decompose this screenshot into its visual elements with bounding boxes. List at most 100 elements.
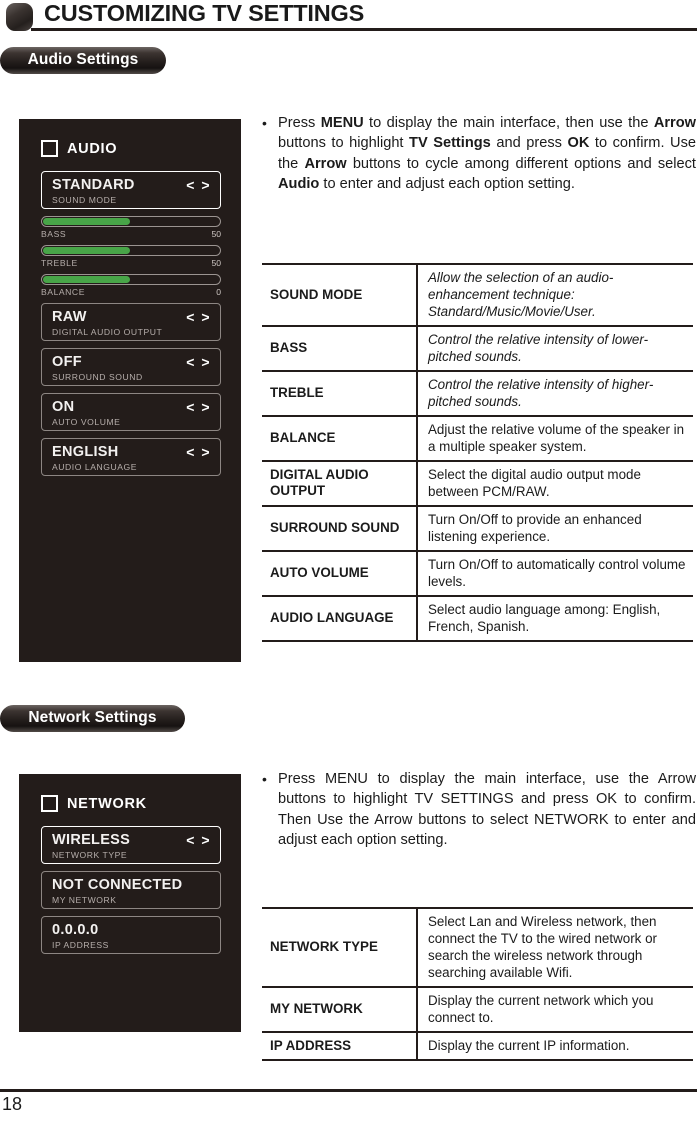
- osd-item-my-network[interactable]: NOT CONNECTED MY NETWORK: [41, 871, 221, 909]
- description-table-network: NETWORK TYPE Select Lan and Wireless netw…: [262, 907, 693, 1061]
- left-right-arrows-icon[interactable]: < >: [186, 444, 211, 460]
- table-row: IP ADDRESS Display the current IP informa…: [262, 1031, 693, 1061]
- table-cell-description: Select the digital audio output mode bet…: [417, 460, 693, 507]
- slider-label: BASS: [41, 229, 67, 239]
- left-right-arrows-icon[interactable]: < >: [186, 832, 211, 848]
- osd-header-audio: AUDIO: [41, 140, 241, 157]
- left-right-arrows-icon[interactable]: < >: [186, 399, 211, 415]
- table-row: AUDIO LANGUAGE Select audio language amon…: [262, 595, 693, 642]
- table-cell-description: Turn On/Off to automatically control vol…: [417, 550, 693, 597]
- osd-item-digital-audio-output[interactable]: RAW DIGITAL AUDIO OUTPUT < >: [41, 303, 221, 341]
- table-cell-description: Control the relative intensity of higher…: [417, 370, 693, 417]
- checkbox-icon: [41, 795, 58, 812]
- slider-track[interactable]: [41, 245, 221, 256]
- osd-item-caption: SURROUND SOUND: [52, 372, 143, 382]
- page-number: 18: [2, 1094, 23, 1114]
- table-cell-option-name: BASS: [262, 325, 418, 372]
- left-right-arrows-icon[interactable]: < >: [186, 354, 211, 370]
- table-row: DIGITAL AUDIO OUTPUT Select the digital a…: [262, 460, 693, 507]
- section-pill-audio-settings: Audio Settings: [0, 47, 166, 74]
- instruction-paragraph-audio: • Press MENU to display the main interfa…: [262, 113, 696, 195]
- slider-track[interactable]: [41, 216, 221, 227]
- slider-meta: BASS 50: [41, 229, 221, 239]
- table-cell-description: Control the relative intensity of lower-…: [417, 325, 693, 372]
- checkbox-icon: [41, 140, 58, 157]
- osd-header-label: NETWORK: [67, 795, 147, 812]
- osd-header-network: NETWORK: [41, 795, 241, 812]
- osd-item-list-audio: STANDARD SOUND MODE < > BASS 50 TREBLE 5…: [19, 171, 241, 476]
- osd-item-surround-sound[interactable]: OFF SURROUND SOUND < >: [41, 348, 221, 386]
- slider-fill: [43, 218, 130, 225]
- section-pill-label: Network Settings: [28, 708, 157, 726]
- left-right-arrows-icon[interactable]: < >: [186, 177, 211, 193]
- bullet-icon: •: [262, 115, 267, 131]
- table-cell-description: Select Lan and Wireless network, then co…: [417, 907, 693, 988]
- table-cell-option-name: MY NETWORK: [262, 986, 418, 1033]
- section-pill-label: Audio Settings: [27, 50, 139, 68]
- osd-item-auto-volume[interactable]: ON AUTO VOLUME < >: [41, 393, 221, 431]
- table-cell-description: Adjust the relative volume of the speake…: [417, 415, 693, 462]
- table-cell-option-name: NETWORK TYPE: [262, 907, 418, 988]
- osd-item-sound-mode[interactable]: STANDARD SOUND MODE < >: [41, 171, 221, 209]
- slider-meta: BALANCE 0: [41, 287, 221, 297]
- tv-osd-panel-network: NETWORK WIRELESS NETWORK TYPE < > NOT CO…: [19, 774, 241, 1032]
- osd-item-caption: NETWORK TYPE: [52, 850, 128, 860]
- table-cell-description: Allow the selection of an audio-enhancem…: [417, 263, 693, 327]
- slider-value: 50: [211, 229, 221, 239]
- bullet-icon: •: [262, 771, 267, 787]
- slider-fill: [43, 247, 130, 254]
- slider-label: TREBLE: [41, 258, 78, 268]
- table-row: TREBLE Control the relative intensity of …: [262, 370, 693, 417]
- table-cell-option-name: BALANCE: [262, 415, 418, 462]
- osd-header-label: AUDIO: [67, 140, 118, 157]
- table-cell-description: Select audio language among: English, Fr…: [417, 595, 693, 642]
- osd-item-network-type[interactable]: WIRELESS NETWORK TYPE < >: [41, 826, 221, 864]
- slider-value: 0: [216, 287, 221, 297]
- instruction-paragraph-network: • Press MENU to display the main interfa…: [262, 769, 696, 851]
- osd-item-caption: AUTO VOLUME: [52, 417, 121, 427]
- table-cell-option-name: DIGITAL AUDIO OUTPUT: [262, 460, 418, 507]
- page-title: CUSTOMIZING TV SETTINGS: [44, 0, 365, 26]
- footer-divider: [0, 1089, 697, 1092]
- description-table-audio: SOUND MODE Allow the selection of an audi…: [262, 263, 693, 642]
- slider-fill: [43, 276, 130, 283]
- osd-slider-treble[interactable]: TREBLE 50: [41, 245, 221, 268]
- rounded-square-bullet-icon: [6, 3, 33, 31]
- osd-item-value: NOT CONNECTED: [52, 877, 183, 893]
- osd-item-caption: DIGITAL AUDIO OUTPUT: [52, 327, 163, 337]
- osd-slider-balance[interactable]: BALANCE 0: [41, 274, 221, 297]
- osd-slider-bass[interactable]: BASS 50: [41, 216, 221, 239]
- osd-item-list-network: WIRELESS NETWORK TYPE < > NOT CONNECTED …: [19, 826, 241, 954]
- table-cell-option-name: IP ADDRESS: [262, 1031, 418, 1061]
- table-row: SOUND MODE Allow the selection of an audi…: [262, 263, 693, 327]
- table-cell-option-name: TREBLE: [262, 370, 418, 417]
- table-cell-description: Display the current network which you co…: [417, 986, 693, 1033]
- table-body: SOUND MODE Allow the selection of an audi…: [262, 263, 693, 642]
- table-row: AUTO VOLUME Turn On/Off to automatically …: [262, 550, 693, 597]
- table-cell-option-name: AUTO VOLUME: [262, 550, 418, 597]
- header-divider: [31, 28, 697, 31]
- table-cell-description: Turn On/Off to provide an enhanced liste…: [417, 505, 693, 552]
- osd-item-caption: SOUND MODE: [52, 195, 117, 205]
- table-cell-option-name: SOUND MODE: [262, 263, 418, 327]
- tv-osd-panel-audio: AUDIO STANDARD SOUND MODE < > BASS 50 TR…: [19, 119, 241, 662]
- osd-item-audio-language[interactable]: ENGLISH AUDIO LANGUAGE < >: [41, 438, 221, 476]
- table-cell-option-name: AUDIO LANGUAGE: [262, 595, 418, 642]
- instruction-text: Press MENU to display the main interface…: [278, 771, 696, 849]
- slider-value: 50: [211, 258, 221, 268]
- osd-item-caption: MY NETWORK: [52, 895, 117, 905]
- page-header: CUSTOMIZING TV SETTINGS: [0, 0, 697, 40]
- instruction-text: Press MENU to display the main interface…: [278, 115, 697, 193]
- table-row: BALANCE Adjust the relative volume of the…: [262, 415, 693, 462]
- osd-item-ip-address[interactable]: 0.0.0.0 IP ADDRESS: [41, 916, 221, 954]
- osd-item-caption: AUDIO LANGUAGE: [52, 462, 138, 472]
- table-body: NETWORK TYPE Select Lan and Wireless netw…: [262, 907, 693, 1061]
- slider-label: BALANCE: [41, 287, 85, 297]
- left-right-arrows-icon[interactable]: < >: [186, 309, 211, 325]
- table-row: NETWORK TYPE Select Lan and Wireless netw…: [262, 907, 693, 988]
- section-pill-network-settings: Network Settings: [0, 705, 185, 732]
- table-row: SURROUND SOUND Turn On/Off to provide an …: [262, 505, 693, 552]
- slider-track[interactable]: [41, 274, 221, 285]
- table-cell-option-name: SURROUND SOUND: [262, 505, 418, 552]
- table-row: MY NETWORK Display the current network wh…: [262, 986, 693, 1033]
